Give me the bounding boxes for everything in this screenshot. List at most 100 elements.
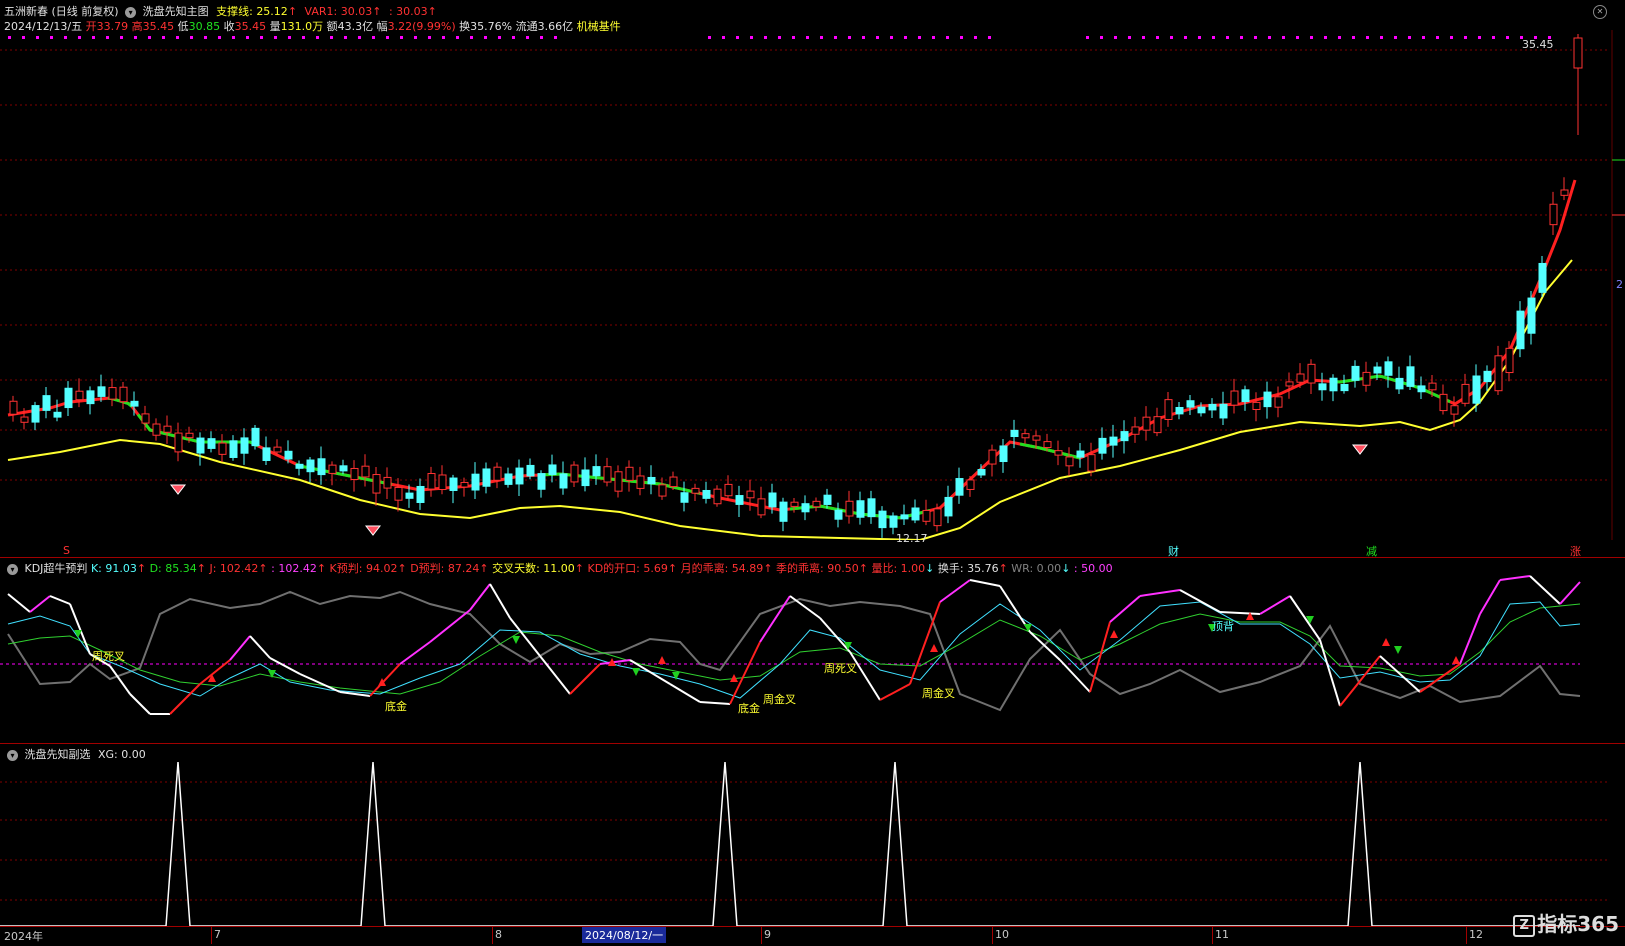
candle-body: [1329, 377, 1338, 392]
x-label-jul: 7: [214, 928, 221, 941]
kdj-j-segment: [29, 595, 51, 613]
candle-body: [900, 514, 909, 520]
main-indicator-name[interactable]: 洗盘先知主图: [143, 5, 209, 18]
candle-body: [1021, 433, 1030, 439]
candle-body: [75, 390, 84, 401]
signal-dot: [232, 36, 235, 39]
signal-dot: [1366, 36, 1369, 39]
diamond-icon: [169, 484, 187, 495]
kdj-d-line: [7, 603, 1581, 695]
panel-separator[interactable]: [0, 743, 1625, 744]
signal-dot: [330, 36, 333, 39]
kdj-j-segment: [1529, 575, 1561, 605]
candle-body: [845, 500, 854, 517]
candle-body: [1032, 435, 1041, 441]
arrow-up-icon: [658, 656, 666, 664]
signal-dot: [92, 36, 95, 39]
candle-body: [647, 476, 656, 485]
signal-dot: [148, 36, 151, 39]
signal-dot: [302, 36, 305, 39]
signal-dot: [1324, 36, 1327, 39]
signal-dot: [1086, 36, 1089, 39]
signal-dot: [960, 36, 963, 39]
x-label-nov: 11: [1215, 928, 1229, 941]
candle-body: [1010, 429, 1019, 437]
event-badge-s[interactable]: S: [63, 544, 70, 557]
candle-body: [1417, 385, 1426, 393]
kdj-j-segment: [429, 609, 471, 643]
arrow-up-icon: [208, 674, 216, 682]
candle-body: [1461, 383, 1470, 404]
x-axis-line: [0, 926, 1625, 927]
up-arrow-icon: ↑: [427, 5, 437, 18]
signal-dot: [526, 36, 529, 39]
arrow-up-icon: [930, 644, 938, 652]
signal-dot: [792, 36, 795, 39]
signal-dot: [722, 36, 725, 39]
arrow-down-icon: [632, 668, 640, 676]
candle-body: [1307, 363, 1316, 384]
signal-dot: [1198, 36, 1201, 39]
candle-body: [1296, 373, 1305, 383]
signal-dot: [932, 36, 935, 39]
candle-body: [1573, 37, 1583, 69]
candle-body: [449, 477, 458, 491]
signal-dot: [1142, 36, 1145, 39]
kdj-j-segment: [699, 701, 731, 705]
kdj-j-segment: [599, 659, 631, 665]
candle-body: [1076, 450, 1085, 458]
candle-body: [218, 442, 227, 455]
candle-body: [273, 446, 282, 453]
candle-body: [988, 449, 997, 465]
up-arrow-icon: ↑: [372, 5, 382, 18]
signal-dot: [1506, 36, 1509, 39]
kdj-label-top-div: 顶背: [1212, 620, 1234, 633]
kdj-j-segment: [569, 663, 601, 695]
candle-body: [669, 476, 678, 488]
candle-body: [229, 440, 238, 458]
signal-dot: [1492, 36, 1495, 39]
price-high-label: 35.45: [1522, 38, 1554, 51]
kdj-chart[interactable]: [0, 574, 1625, 744]
arrow-up-icon: [1110, 630, 1118, 638]
signal-dot: [1226, 36, 1229, 39]
xg-chart[interactable]: [0, 760, 1625, 945]
x-label-dec: 12: [1469, 928, 1483, 941]
kdj-j-segment: [69, 603, 91, 655]
candle-body: [1472, 375, 1481, 404]
candle-body: [504, 473, 513, 485]
signal-dot: [36, 36, 39, 39]
signal-dot: [372, 36, 375, 39]
kdj-j-segment: [1459, 613, 1481, 665]
candle-body: [944, 496, 953, 517]
xg-menu-icon[interactable]: ▾: [7, 749, 18, 761]
candle-body: [735, 495, 744, 505]
arrow-up-icon: [1452, 656, 1460, 664]
signal-dot: [1156, 36, 1159, 39]
candle-body: [911, 507, 920, 521]
candle-body: [1340, 383, 1349, 392]
candle-body: [691, 487, 700, 494]
candle-body: [1142, 416, 1151, 431]
kdj-j-segment: [1109, 595, 1141, 623]
x-cursor-date: 2024/08/12/一: [582, 927, 667, 943]
var1-label: VAR1:: [304, 5, 338, 18]
candle-body: [1208, 403, 1217, 411]
candle-body: [1186, 400, 1195, 408]
kdj-menu-icon[interactable]: ▾: [7, 563, 18, 575]
price-low-label: 12.17: [896, 532, 928, 545]
signal-dot: [1282, 36, 1285, 39]
signal-dot: [358, 36, 361, 39]
indicator-menu-icon[interactable]: ▾: [125, 6, 137, 18]
candle-body: [185, 432, 194, 439]
kdj-j-segment: [399, 641, 431, 665]
candle-body: [1065, 456, 1074, 467]
candle-body: [680, 492, 689, 503]
signal-dot: [288, 36, 291, 39]
panel-separator[interactable]: [0, 557, 1625, 558]
close-icon[interactable]: ✕: [1593, 5, 1607, 19]
candle-body: [1285, 381, 1294, 387]
signal-dot: [1296, 36, 1299, 39]
candle-body: [933, 508, 942, 527]
main-price-chart[interactable]: [0, 30, 1625, 540]
